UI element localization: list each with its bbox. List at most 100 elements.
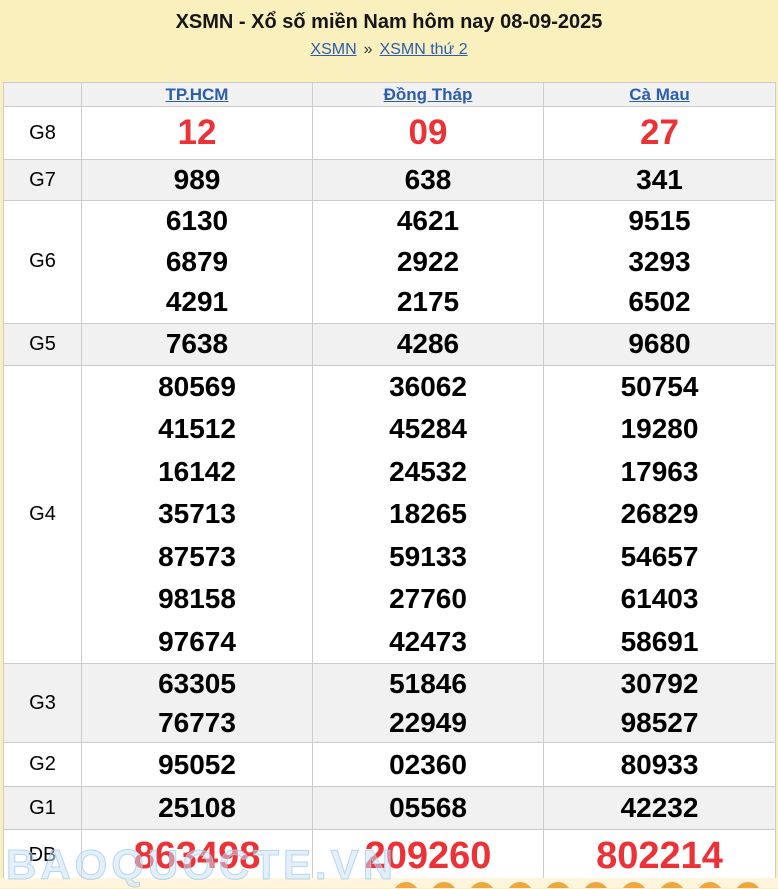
prize-label-g4: G4 [4,365,82,664]
result-number: 98158 [82,578,312,621]
result-number: 45284 [313,408,543,451]
breadcrumb-link-xsmn[interactable]: XSMN [310,41,356,58]
result-number: 802214 [544,836,775,876]
result-cell: 50754192801796326829546576140358691 [544,365,776,664]
result-number: 80569 [82,366,312,409]
prize-row-g8: G8120927 [4,107,776,160]
result-cell: 12 [82,107,313,160]
prize-row-g5: G5763842869680 [4,323,776,365]
province-link-2[interactable]: Đồng Tháp [384,85,473,104]
result-number: 98527 [544,703,775,742]
result-number: 35713 [82,493,312,536]
breadcrumb-link-current[interactable]: XSMN thứ 2 [380,41,468,58]
result-number: 3293 [544,242,775,283]
prize-label-g1: G1 [4,787,82,830]
result-number: 7638 [82,324,312,364]
result-cell: 989 [82,160,313,201]
result-number: 6502 [544,282,775,323]
result-number: 42232 [544,788,775,828]
result-cell: 462129222175 [313,201,544,324]
prize-label-g7: G7 [4,160,82,201]
lotto-ball-icon [697,882,723,888]
lotto-ball-icon [393,882,419,888]
result-number: 9680 [544,324,775,364]
results-table: TP.HCMĐồng ThápCà Mau G8120927G798963834… [3,82,776,882]
prize-label-g8: G8 [4,107,82,160]
prize-label-g5: G5 [4,323,82,365]
prize-row-g7: G7989638341 [4,160,776,201]
result-cell: 613068794291 [82,201,313,324]
prize-row-g1: G1251080556842232 [4,787,776,830]
result-cell: 7638 [82,323,313,365]
result-number: 2175 [313,282,543,323]
result-cell: 42232 [544,787,776,830]
result-number: 36062 [313,366,543,409]
prize-row-g3: G3633057677351846229493079298527 [4,664,776,743]
result-number: 27760 [313,578,543,621]
lotto-ball-icon [735,882,761,888]
result-number: 97674 [82,621,312,664]
result-cell: 02360 [313,743,544,787]
result-cell: 09 [313,107,544,160]
result-number: 63305 [82,664,312,703]
province-link-3[interactable]: Cà Mau [629,85,689,104]
prize-row-db: ĐB863498209260802214 [4,830,776,882]
breadcrumb-separator: » [364,41,373,58]
column-header: Đồng Tháp [313,83,544,107]
result-number: 30792 [544,664,775,703]
result-cell: 05568 [313,787,544,830]
result-cell: 80569415121614235713875739815897674 [82,365,313,664]
result-number: 989 [82,160,312,200]
result-number: 59133 [313,536,543,579]
lotto-ball-icon [583,882,609,888]
lotto-ball-icon [659,882,685,888]
result-number: 50754 [544,366,775,409]
result-number: 4286 [313,324,543,364]
result-cell: 36062452842453218265591332776042473 [313,365,544,664]
result-number: 638 [313,160,543,200]
lotto-ball-icon [431,882,457,888]
result-cell: 3079298527 [544,664,776,743]
result-number: 6879 [82,242,312,283]
corner-cell [4,83,82,107]
result-cell: 80933 [544,743,776,787]
lotto-ball-icon [545,882,571,888]
province-link-1[interactable]: TP.HCM [166,85,229,104]
bottom-strip [0,878,778,888]
result-number: 9515 [544,201,775,242]
prize-row-g6: G6613068794291462129222175951532936502 [4,201,776,324]
result-number: 95052 [82,745,312,785]
breadcrumb: XSMN » XSMN thứ 2 [0,41,778,59]
result-number: 02360 [313,745,543,785]
result-number: 41512 [82,408,312,451]
result-number: 58691 [544,621,775,664]
result-number: 54657 [544,536,775,579]
result-cell: 638 [313,160,544,201]
result-number: 80933 [544,745,775,785]
result-number: 24532 [313,451,543,494]
lotto-ball-icon [507,882,533,888]
result-number: 4291 [82,282,312,323]
prize-row-g4: G480569415121614235713875739815897674360… [4,365,776,664]
prize-label-g3: G3 [4,664,82,743]
lotto-ball-icon [469,882,495,888]
result-cell: 25108 [82,787,313,830]
result-number: 87573 [82,536,312,579]
result-number: 09 [313,113,543,153]
column-header: TP.HCM [82,83,313,107]
result-number: 2922 [313,242,543,283]
result-cell: 27 [544,107,776,160]
result-number: 863498 [82,836,312,876]
result-cell: 951532936502 [544,201,776,324]
result-number: 17963 [544,451,775,494]
result-number: 209260 [313,836,543,876]
result-number: 27 [544,113,775,153]
result-number: 05568 [313,788,543,828]
result-cell: 6330576773 [82,664,313,743]
result-cell: 95052 [82,743,313,787]
lotto-ball-icon [621,882,647,888]
prize-label-g6: G6 [4,201,82,324]
result-number: 25108 [82,788,312,828]
result-number: 51846 [313,664,543,703]
prize-label-db: ĐB [4,830,82,882]
